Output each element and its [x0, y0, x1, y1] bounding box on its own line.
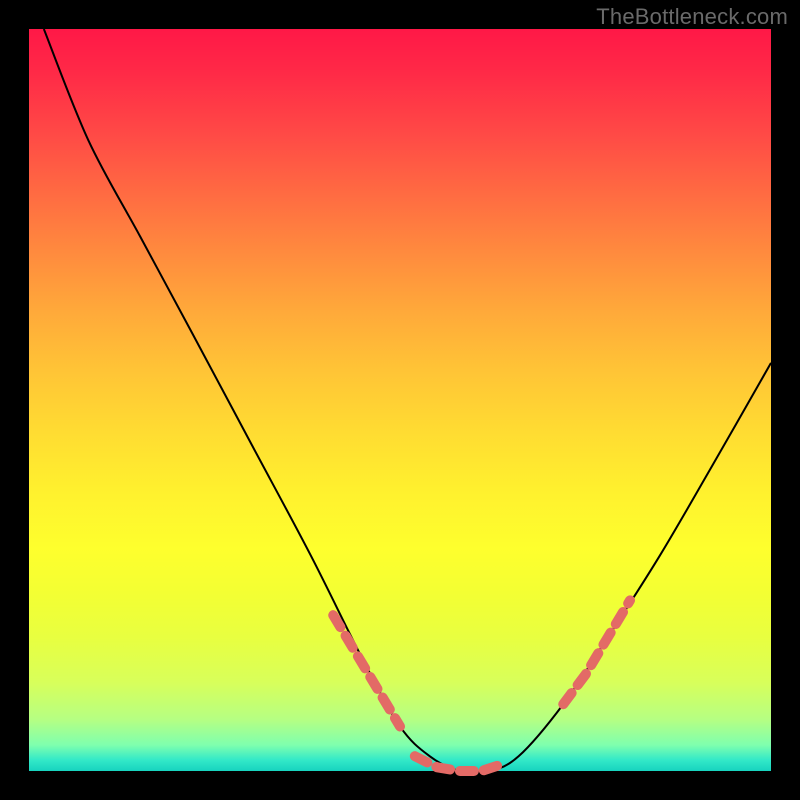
highlight-right-arm	[563, 600, 630, 704]
chart-svg	[29, 29, 771, 771]
bottleneck-curve	[44, 29, 771, 773]
highlight-floor	[415, 756, 504, 771]
watermark-label: TheBottleneck.com	[596, 4, 788, 30]
chart-plot-area	[29, 29, 771, 771]
highlight-left-arm	[333, 615, 400, 726]
